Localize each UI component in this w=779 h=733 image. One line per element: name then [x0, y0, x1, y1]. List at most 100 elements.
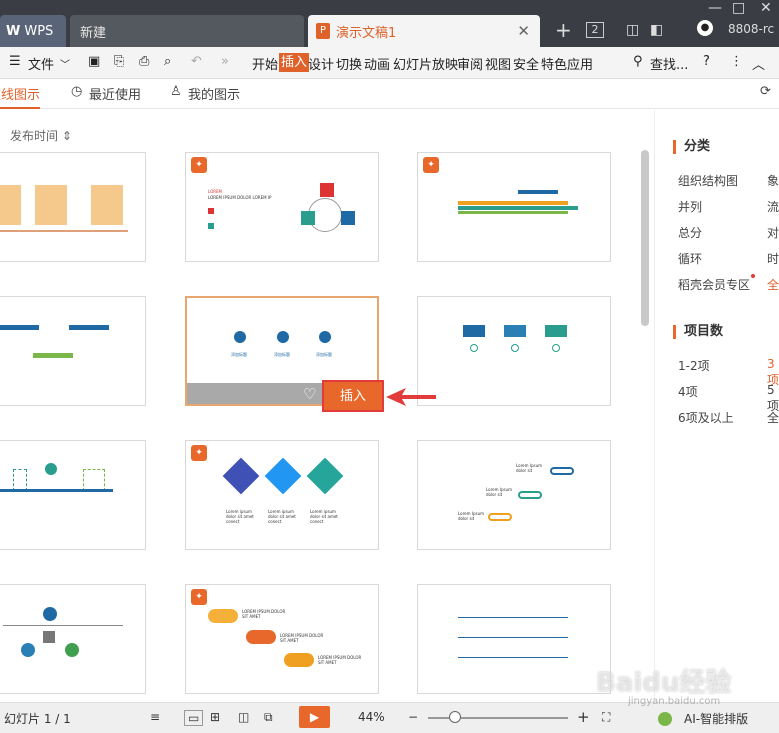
category-parallel[interactable]: 并列	[678, 198, 702, 215]
user-icon: ♙	[170, 84, 182, 99]
zoom-level[interactable]: 44%	[358, 710, 385, 724]
count-4[interactable]: 4项	[678, 383, 698, 400]
filter-sidebar: 分类 组织结构图 象 并列 流 总分 对 循环 时 稻壳会员专区 全 项目数 1…	[654, 110, 779, 702]
play-button[interactable]: ▶	[299, 706, 330, 728]
print-icon[interactable]: ⎙	[139, 54, 149, 69]
tab-recent[interactable]: 最近使用	[89, 84, 141, 103]
scrollbar[interactable]	[641, 150, 649, 326]
insert-button[interactable]: 插入	[322, 380, 384, 412]
diagram-card[interactable]	[0, 296, 146, 406]
diagram-card[interactable]: ✦ LOREM IPSUM DOLOR SIT AMET LOREM IPSUM…	[185, 584, 379, 694]
chevron-down-icon[interactable]: ﹀	[60, 56, 70, 71]
favorite-heart-icon[interactable]: ♡	[303, 385, 316, 403]
menu-insert[interactable]: 插入	[279, 53, 310, 72]
menu-features[interactable]: 特色应用	[541, 54, 593, 73]
export-icon[interactable]: ⎘	[114, 54, 124, 69]
title-bar: W WPS 新建 P 演示文稿1 ✕ + 2 ◫ ◧ ● 8808-rc — □…	[0, 0, 779, 47]
menu-security[interactable]: 安全	[513, 54, 539, 73]
category-more-4[interactable]: 时	[767, 250, 779, 267]
category-more-1[interactable]: 象	[767, 172, 779, 189]
menu-start[interactable]: 开始	[252, 54, 278, 73]
slide-sorter-icon[interactable]: ⊞	[210, 710, 220, 724]
tab-count-badge[interactable]: 2	[586, 22, 604, 38]
ppt-doc-icon: P	[316, 23, 330, 39]
tab-document[interactable]: P 演示文稿1 ✕	[308, 15, 540, 47]
docer-icon: ✦	[191, 157, 207, 173]
diagram-tabs: 在线图示 ◷ 最近使用 ♙ 我的图示 ⟳	[0, 79, 779, 109]
tab-wps[interactable]: W WPS	[0, 15, 66, 47]
menu-design[interactable]: 设计	[308, 54, 334, 73]
category-total[interactable]: 总分	[678, 224, 702, 241]
menu-review[interactable]: 审阅	[457, 54, 483, 73]
menu-transition[interactable]: 切换	[336, 54, 362, 73]
notes-icon[interactable]: ≡	[150, 710, 160, 724]
menu-view[interactable]: 视图	[485, 54, 511, 73]
more-icon[interactable]: ⋮	[730, 54, 743, 69]
menu-slideshow[interactable]: 幻灯片放映	[393, 54, 458, 73]
share-icon[interactable]: ◧	[650, 22, 663, 38]
undo-icon[interactable]: ↶	[191, 54, 202, 69]
tab-online-diagrams[interactable]: 在线图示	[0, 84, 41, 109]
close-tab-icon[interactable]: ✕	[517, 22, 530, 40]
minimize-icon[interactable]: —	[708, 0, 722, 16]
normal-view-icon[interactable]: ▭	[184, 710, 204, 726]
diagram-card[interactable]: Lorem Ipsum dolor sit Lorem Ipsum dolor …	[417, 440, 611, 550]
diagram-card[interactable]	[0, 584, 146, 694]
presenter-icon[interactable]: ⧉	[264, 710, 273, 725]
tab-wps-label: WPS	[24, 23, 54, 39]
maximize-icon[interactable]: □	[732, 0, 745, 16]
category-vip[interactable]: 稻壳会员专区	[678, 276, 750, 293]
tab-new[interactable]: 新建	[70, 15, 304, 47]
save-icon[interactable]: ▣	[88, 54, 100, 69]
docer-icon: ✦	[191, 589, 207, 605]
category-all[interactable]: 全	[767, 276, 779, 293]
collapse-ribbon-icon[interactable]: ︿	[752, 54, 765, 73]
new-tab-icon[interactable]: +	[555, 18, 572, 42]
diagram-card[interactable]: ✦ Lorem ipsum dolor sit amet conect Lore…	[185, 440, 379, 550]
refresh-icon[interactable]: ⟳	[760, 84, 771, 99]
diagram-card[interactable]	[417, 296, 611, 406]
pointer-arrow-icon	[386, 388, 436, 406]
file-menu[interactable]: 文件	[28, 54, 54, 73]
diagram-card[interactable]	[0, 440, 146, 550]
tab-my-diagrams[interactable]: 我的图示	[188, 84, 240, 103]
count-all[interactable]: 全	[767, 409, 779, 426]
category-more-3[interactable]: 对	[767, 224, 779, 241]
diagram-card[interactable]	[417, 584, 611, 694]
docer-icon: ✦	[191, 445, 207, 461]
ai-layout-label[interactable]: AI-智能排版	[684, 710, 748, 727]
preview-icon[interactable]: ⌕	[164, 54, 171, 69]
tab-new-label: 新建	[80, 25, 107, 41]
recent-icon: ◷	[71, 84, 83, 99]
watermark-logo: Baidu经验	[596, 668, 732, 698]
cloud-icon[interactable]: ◫	[626, 22, 639, 38]
zoom-out-icon[interactable]: −	[408, 710, 418, 724]
zoom-slider-thumb[interactable]	[449, 711, 461, 723]
category-cycle[interactable]: 循环	[678, 250, 702, 267]
diagram-card[interactable]: ✦ LOREM LOREM IPSUM DOLOR LOREM IP	[185, 152, 379, 262]
reading-view-icon[interactable]: ◫	[238, 710, 249, 724]
search-label[interactable]: 查找...	[650, 54, 688, 73]
avatar[interactable]: ●	[697, 20, 713, 36]
user-name[interactable]: 8808-rc	[728, 22, 774, 36]
sort-dropdown[interactable]: 发布时间 ⇕	[10, 127, 72, 144]
fit-window-icon[interactable]: ⛶	[602, 710, 610, 725]
search-icon[interactable]: ⚲	[633, 54, 643, 69]
window-close-icon[interactable]: ✕	[760, 0, 772, 16]
category-more-2[interactable]: 流	[767, 198, 779, 215]
slide-counter: 幻灯片 1 / 1	[4, 712, 71, 726]
ai-layout-icon[interactable]	[658, 712, 672, 726]
count-6-plus[interactable]: 6项及以上	[678, 409, 734, 426]
count-1-2[interactable]: 1-2项	[678, 357, 710, 374]
help-icon[interactable]: ?	[703, 54, 710, 69]
zoom-in-icon[interactable]: +	[577, 708, 590, 726]
diagram-card[interactable]: ✦	[417, 152, 611, 262]
category-org-chart[interactable]: 组织结构图	[678, 172, 738, 189]
hamburger-icon[interactable]: ☰	[9, 54, 21, 69]
menu-animation[interactable]: 动画	[364, 54, 390, 73]
watermark-url: jingyan.baidu.com	[628, 696, 721, 707]
tab-document-label: 演示文稿1	[336, 25, 397, 41]
diagram-card[interactable]	[0, 152, 146, 262]
count-heading: 项目数	[673, 325, 723, 339]
redo-icon[interactable]: »	[221, 54, 229, 69]
